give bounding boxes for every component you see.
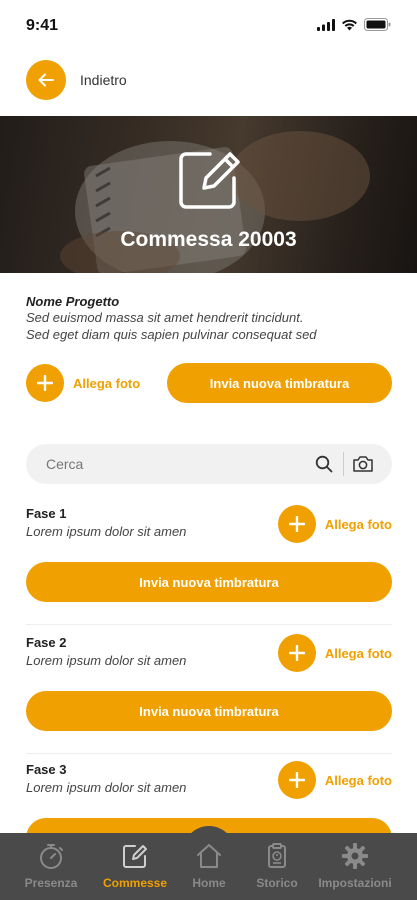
project-attach-label[interactable]: Allega foto [73, 376, 140, 391]
tab-presenza[interactable]: Presenza [11, 840, 91, 890]
phase-title: Fase 1 [26, 506, 67, 521]
phase-send-timbratura-button[interactable]: Invia nuova timbratura [26, 691, 392, 731]
hero-banner: Commessa 20003 [0, 116, 417, 273]
phase-title: Fase 3 [26, 762, 67, 777]
battery-icon [364, 18, 391, 31]
search-divider [343, 452, 344, 476]
gear-icon [342, 843, 368, 869]
tab-label: Presenza [24, 876, 78, 890]
tab-impostazioni[interactable]: Impostazioni [315, 840, 395, 890]
search-icon[interactable] [315, 455, 333, 473]
project-description-line2: Sed eget diam quis sapien pulvinar conse… [26, 327, 317, 342]
tab-commesse[interactable]: Commesse [95, 840, 175, 890]
stopwatch-icon [40, 844, 63, 869]
search-bar [26, 444, 392, 484]
search-input[interactable] [26, 456, 315, 472]
project-description-line1: Sed euismod massa sit amet hendrerit tin… [26, 310, 304, 325]
phase-attach-label[interactable]: Allega foto [325, 646, 392, 661]
phase-attach-photo[interactable]: Allega foto [277, 634, 392, 672]
tab-label: Home [192, 876, 226, 890]
project-name: Nome Progetto [26, 294, 120, 309]
phase-send-timbratura-button[interactable]: Invia nuova timbratura [26, 562, 392, 602]
history-document-icon [268, 843, 286, 868]
edit-icon [123, 845, 147, 868]
plus-icon [288, 645, 305, 661]
camera-icon[interactable] [352, 455, 374, 473]
project-attach-photo[interactable]: Allega foto [26, 364, 140, 402]
phase-attach-button[interactable] [277, 761, 316, 799]
plus-icon [37, 375, 53, 391]
arrow-left-icon [38, 73, 54, 87]
phase-attach-label[interactable]: Allega foto [325, 773, 392, 788]
phase-attach-button[interactable] [277, 505, 316, 543]
back-button[interactable] [26, 60, 66, 100]
phase-divider [26, 624, 392, 625]
tab-storico[interactable]: Storico [237, 840, 317, 890]
phase-attach-label[interactable]: Allega foto [325, 517, 392, 532]
phase-attach-photo[interactable]: Allega foto [277, 505, 392, 543]
tab-label: Storico [256, 876, 298, 890]
plus-icon [288, 516, 305, 532]
back-row[interactable]: Indietro [26, 60, 127, 100]
project-info: Nome Progetto Sed euismod massa sit amet… [26, 294, 396, 343]
phase-attach-photo[interactable]: Allega foto [277, 761, 392, 799]
phase-item: Fase 2 Lorem ipsum dolor sit amen Allega… [26, 634, 392, 754]
project-send-timbratura-button[interactable]: Invia nuova timbratura [167, 363, 392, 403]
phase-description: Lorem ipsum dolor sit amen [26, 780, 187, 795]
project-actions: Allega foto Invia nuova timbratura [26, 363, 392, 403]
project-attach-button[interactable] [26, 364, 64, 402]
status-time: 9:41 [26, 17, 59, 34]
plus-icon [288, 772, 305, 788]
phase-description: Lorem ipsum dolor sit amen [26, 524, 187, 539]
back-label[interactable]: Indietro [80, 72, 127, 88]
phase-item: Fase 3 Lorem ipsum dolor sit amen Allega… [26, 761, 392, 858]
status-bar: 9:41 [0, 0, 417, 52]
phase-description: Lorem ipsum dolor sit amen [26, 653, 187, 668]
phase-title: Fase 2 [26, 635, 67, 650]
wifi-icon [342, 19, 357, 30]
phase-item: Fase 1 Lorem ipsum dolor sit amen Allega… [26, 505, 392, 625]
home-icon [197, 844, 221, 868]
phase-divider [26, 753, 392, 754]
hero-title: Commessa 20003 [120, 228, 297, 251]
cellular-signal-icon [317, 18, 335, 31]
status-icons [317, 18, 391, 31]
tab-label: Impostazioni [318, 876, 392, 890]
phase-attach-button[interactable] [277, 634, 316, 672]
edit-note-icon [179, 152, 240, 209]
tab-label: Commesse [102, 876, 168, 890]
